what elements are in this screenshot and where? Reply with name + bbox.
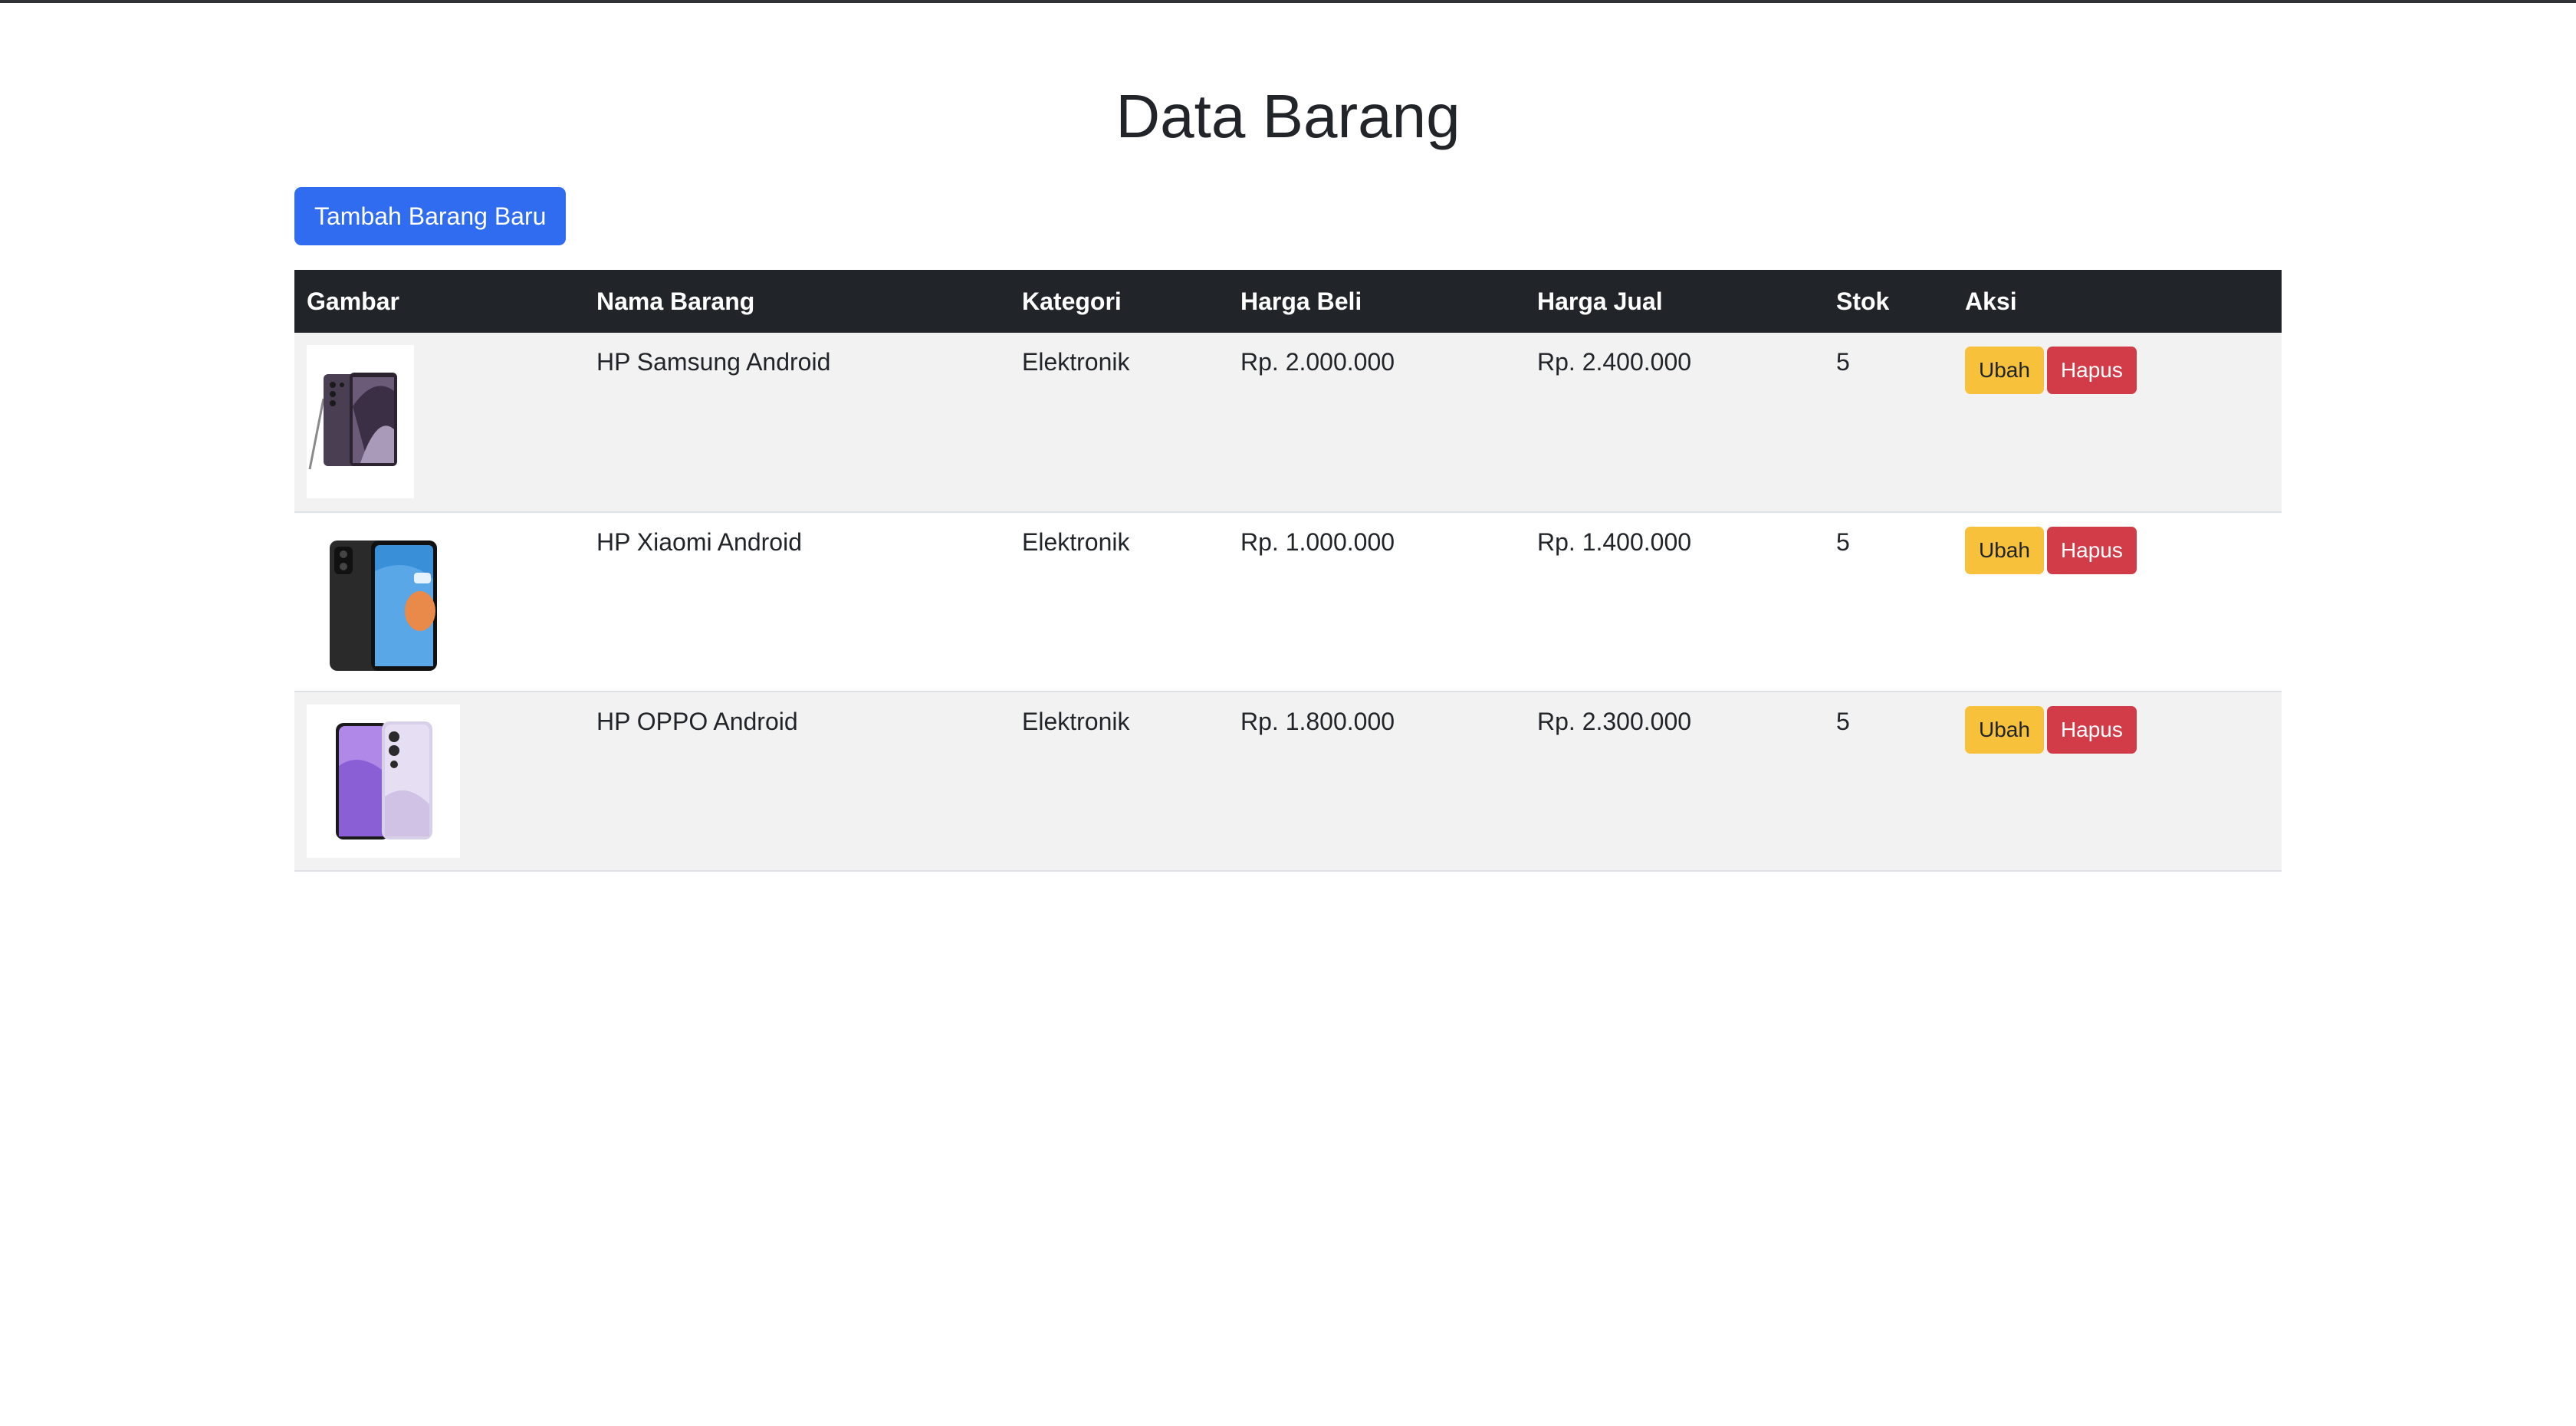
cell-aksi: Ubah Hapus xyxy=(1953,692,2282,871)
samsung-phone-image xyxy=(307,345,414,498)
cell-nama-barang: HP Samsung Android xyxy=(596,348,831,376)
delete-button[interactable]: Hapus xyxy=(2046,347,2137,394)
cell-harga-beli: Rp. 1.800.000 xyxy=(1240,708,1395,735)
cell-harga-jual: Rp. 1.400.000 xyxy=(1537,528,1692,556)
cell-aksi: Ubah Hapus xyxy=(1953,333,2282,512)
table-row: HP Xiaomi Android Elektronik Rp. 1.000.0… xyxy=(294,512,2282,692)
edit-button[interactable]: Ubah xyxy=(1965,527,2044,574)
cell-stok: 5 xyxy=(1836,528,1850,556)
cell-stok: 5 xyxy=(1836,348,1850,376)
delete-button[interactable]: Hapus xyxy=(2046,706,2137,754)
image-cell xyxy=(294,333,584,512)
cell-aksi: Ubah Hapus xyxy=(1953,512,2282,692)
cell-kategori: Elektronik xyxy=(1022,528,1130,556)
page-title: Data Barang xyxy=(1116,82,1460,150)
cell-stok: 5 xyxy=(1836,708,1850,735)
cell-harga-jual: Rp. 2.300.000 xyxy=(1537,708,1692,735)
edit-button[interactable]: Ubah xyxy=(1965,706,2044,754)
add-item-button[interactable]: Tambah Barang Baru xyxy=(294,187,567,245)
items-table: Gambar Nama Barang Kategori Harga Beli H… xyxy=(294,270,2282,872)
cell-nama-barang: HP OPPO Android xyxy=(596,708,798,735)
column-header-harga-beli: Harga Beli xyxy=(1228,270,1525,333)
column-header-nama-barang: Nama Barang xyxy=(584,270,1010,333)
column-header-stok: Stok xyxy=(1824,270,1953,333)
cell-harga-beli: Rp. 2.000.000 xyxy=(1240,348,1395,376)
table-header: Gambar Nama Barang Kategori Harga Beli H… xyxy=(294,270,2282,333)
cell-nama-barang: HP Xiaomi Android xyxy=(596,528,802,556)
cell-kategori: Elektronik xyxy=(1022,348,1130,376)
column-header-aksi: Aksi xyxy=(1953,270,2282,333)
image-cell xyxy=(294,512,584,692)
delete-button[interactable]: Hapus xyxy=(2046,527,2137,574)
table-row: HP Samsung Android Elektronik Rp. 2.000.… xyxy=(294,333,2282,512)
cell-kategori: Elektronik xyxy=(1022,708,1130,735)
column-header-harga-jual: Harga Jual xyxy=(1525,270,1824,333)
edit-button[interactable]: Ubah xyxy=(1965,347,2044,394)
image-cell xyxy=(294,692,584,871)
oppo-phone-image xyxy=(307,705,460,858)
top-border xyxy=(0,0,2576,3)
cell-harga-beli: Rp. 1.000.000 xyxy=(1240,528,1395,556)
xiaomi-phone-image xyxy=(307,525,460,678)
column-header-kategori: Kategori xyxy=(1010,270,1228,333)
table-row: HP OPPO Android Elektronik Rp. 1.800.000… xyxy=(294,692,2282,871)
cell-harga-jual: Rp. 2.400.000 xyxy=(1537,348,1692,376)
column-header-gambar: Gambar xyxy=(294,270,584,333)
